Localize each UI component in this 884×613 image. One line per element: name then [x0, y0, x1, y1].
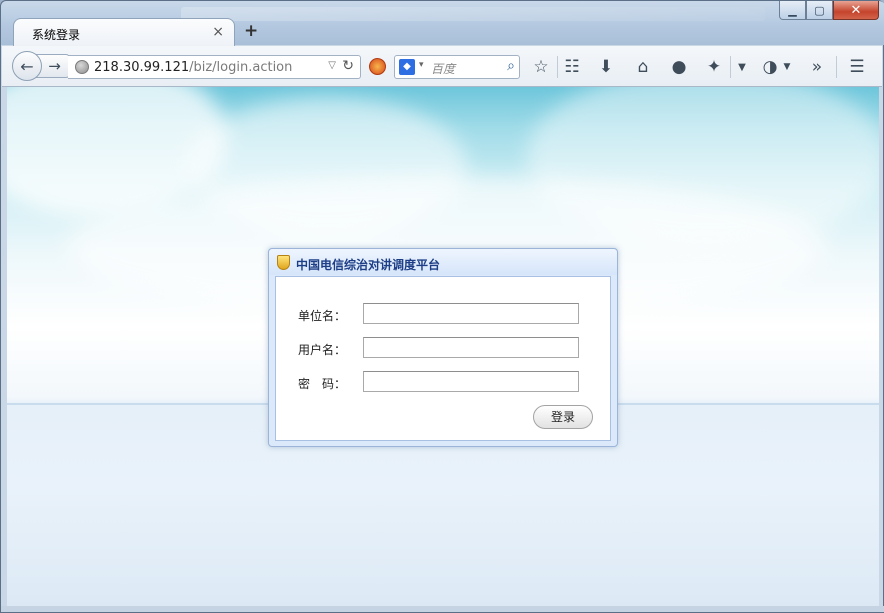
- password-field[interactable]: [363, 371, 579, 392]
- tab-title: 系统登录: [32, 28, 81, 42]
- search-bar[interactable]: ◆ ▾ 百度 ⌕: [394, 55, 520, 79]
- history-dropdown-icon[interactable]: ▽: [328, 60, 336, 71]
- arrow-right-icon: →: [48, 57, 61, 75]
- unit-label: 单位名：: [298, 309, 347, 323]
- maximize-button[interactable]: ▢: [806, 1, 833, 20]
- login-title: 中国电信综治对讲调度平台: [296, 258, 441, 272]
- extension-icon[interactable]: ✦: [703, 56, 725, 78]
- home-icon[interactable]: ⌂: [632, 56, 654, 78]
- address-bar[interactable]: 218.30.99.121/biz/login.action ▽ ↻: [68, 55, 361, 79]
- back-forward-group: ← →: [12, 51, 70, 81]
- login-header: 中国电信综治对讲调度平台: [269, 249, 617, 275]
- menu-icon[interactable]: ☰: [846, 56, 868, 78]
- browser-window: ▁ ▢ ✕ 系统登录 × + ← → 218.30.99.121/biz/log…: [0, 0, 884, 613]
- arrow-left-icon: ←: [20, 56, 34, 76]
- new-tab-button[interactable]: +: [244, 21, 258, 41]
- url-text[interactable]: 218.30.99.121/biz/login.action: [94, 60, 292, 75]
- login-button[interactable]: 登录: [533, 405, 593, 429]
- search-placeholder[interactable]: 百度: [431, 60, 455, 77]
- login-form: 单位名： 用户名： 密 码： 登录: [275, 276, 611, 441]
- baidu-engine-icon[interactable]: ◆: [399, 59, 415, 75]
- title-bar: ▁ ▢ ✕ 系统登录 × +: [1, 1, 884, 47]
- reload-icon[interactable]: ↻: [342, 58, 354, 74]
- login-panel: 中国电信综治对讲调度平台 单位名： 用户名： 密 码： 登录: [268, 248, 618, 447]
- page-content: 中国电信综治对讲调度平台 单位名： 用户名： 密 码： 登录: [7, 87, 879, 608]
- tab-login[interactable]: 系统登录 ×: [13, 18, 235, 47]
- engine-dropdown-icon[interactable]: ▾: [419, 60, 424, 70]
- toolbar-separator: [836, 56, 837, 78]
- shield-icon: [277, 255, 290, 270]
- reading-list-icon[interactable]: ☷: [561, 56, 583, 78]
- extension-dropdown-icon[interactable]: ▼: [731, 56, 753, 78]
- toolbar-separator: [557, 56, 558, 78]
- window-controls: ▁ ▢ ✕: [779, 1, 879, 20]
- addon-icon[interactable]: [369, 58, 386, 75]
- search-icon[interactable]: ⌕: [507, 58, 515, 74]
- password-label: 密 码：: [298, 377, 347, 391]
- url-host: 218.30.99.121: [94, 60, 190, 75]
- sync-dropdown-icon[interactable]: ▼: [776, 56, 798, 78]
- chat-icon[interactable]: ●: [668, 56, 690, 78]
- background-tabs: [181, 7, 765, 21]
- username-label: 用户名：: [298, 343, 347, 357]
- navigation-toolbar: ← → 218.30.99.121/biz/login.action ▽ ↻ ◆…: [2, 46, 882, 87]
- url-path: /biz/login.action: [189, 60, 293, 75]
- overflow-icon[interactable]: »: [806, 56, 828, 78]
- window-bottom-border: [1, 606, 884, 612]
- back-button[interactable]: ←: [12, 51, 42, 81]
- unit-field[interactable]: [363, 303, 579, 324]
- bookmark-star-icon[interactable]: ☆: [530, 56, 552, 78]
- download-icon[interactable]: ⬇: [595, 56, 617, 78]
- minimize-button[interactable]: ▁: [779, 1, 806, 20]
- globe-icon: [75, 60, 89, 74]
- username-field[interactable]: [363, 337, 579, 358]
- tab-close-icon[interactable]: ×: [212, 24, 224, 40]
- close-window-button[interactable]: ✕: [833, 1, 879, 20]
